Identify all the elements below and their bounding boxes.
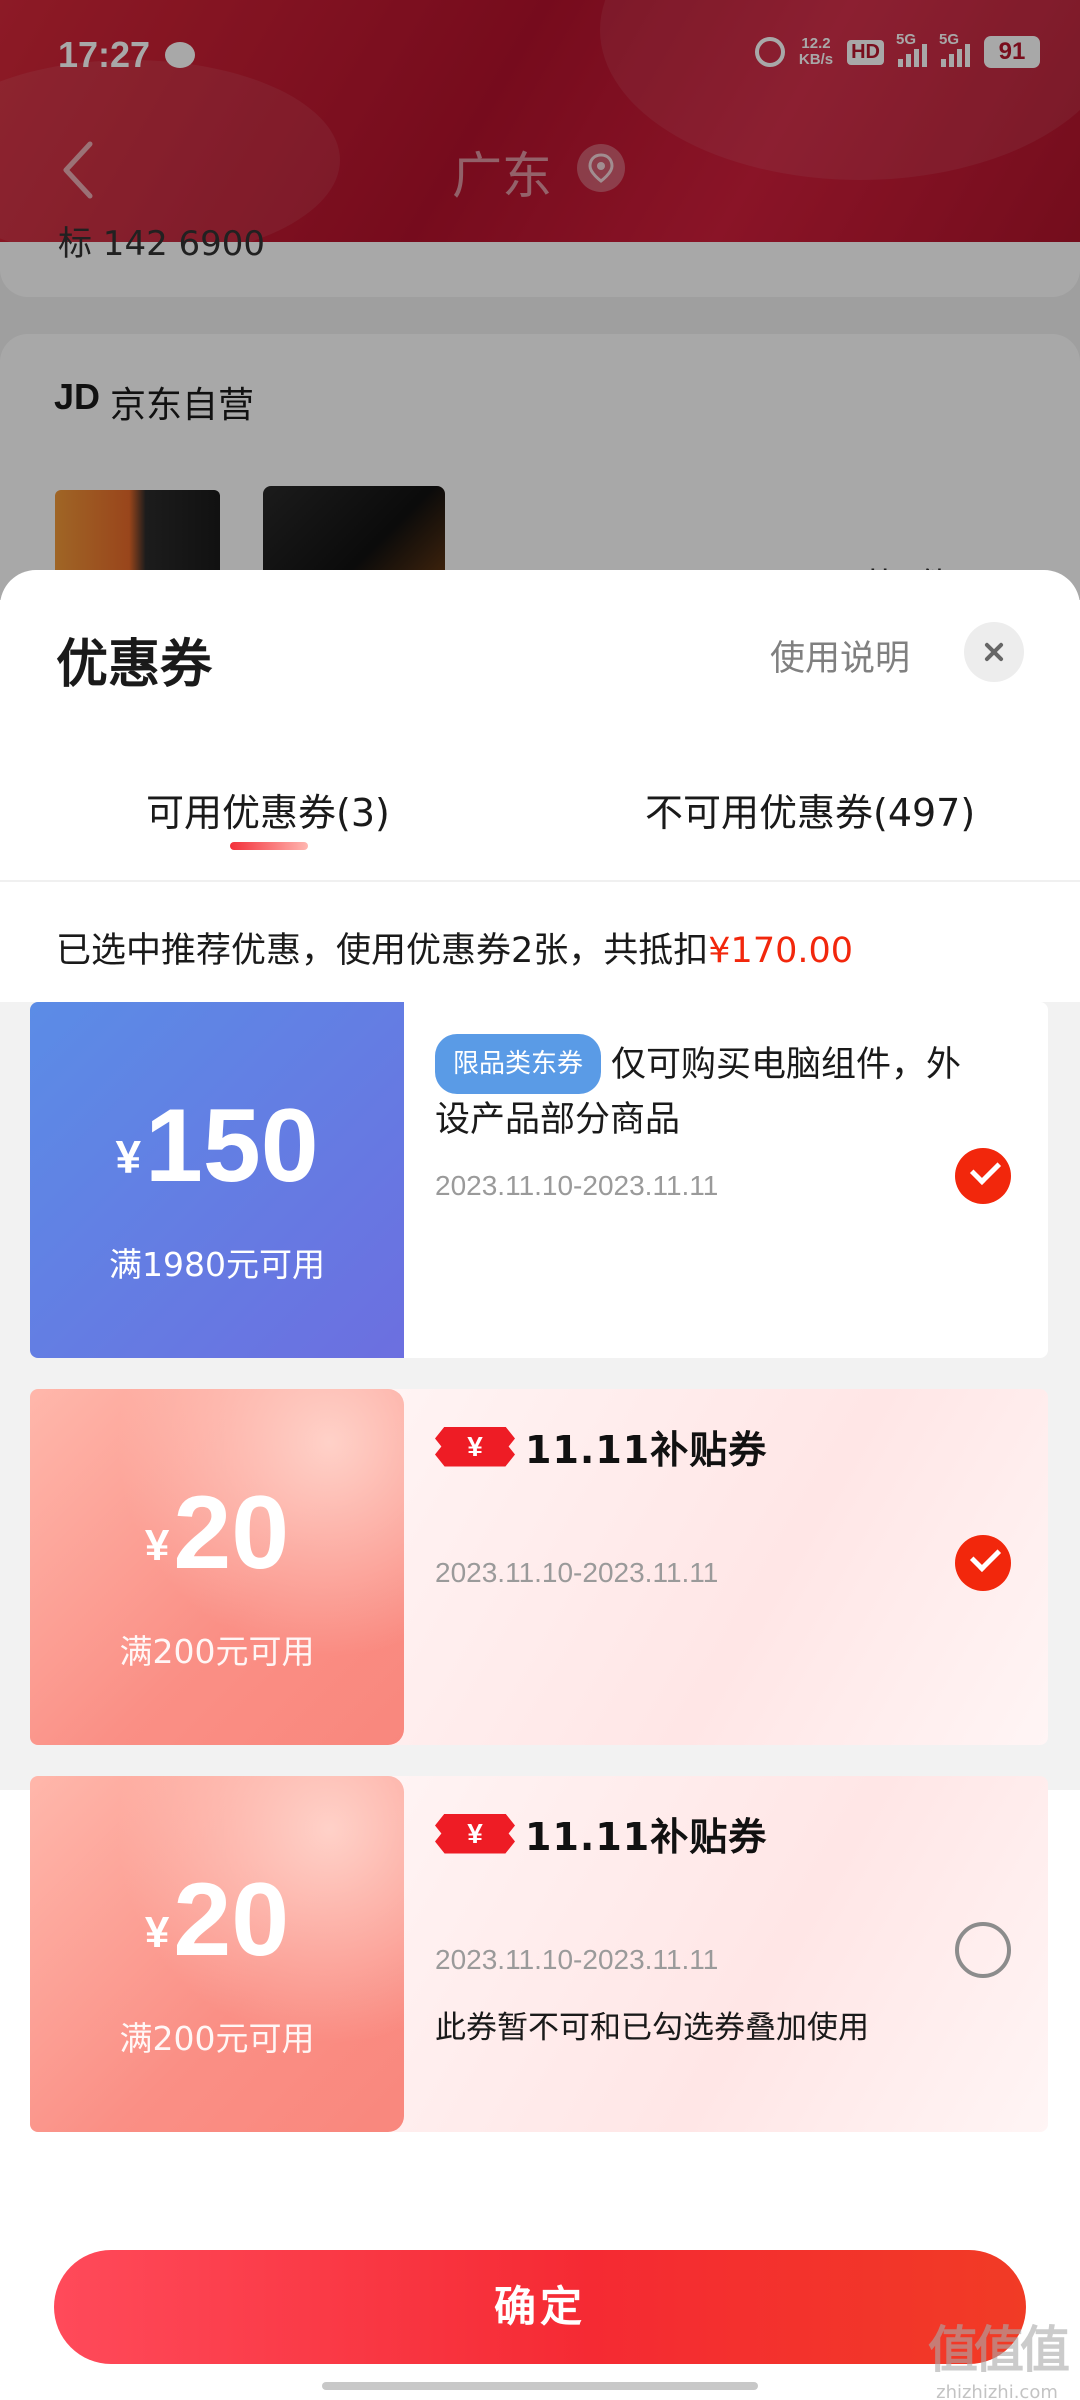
coupon-amount-value: 20 [173,1862,290,1978]
coupon-checkbox-checked[interactable] [955,1535,1011,1591]
coupon-list: ¥150 满1980元可用 限品类东券 仅可购买电脑组件，外设产品部分商品 202… [0,1002,1080,2132]
coupon-brand-name: 11.11补贴券 [525,1428,768,1472]
coupon-value-panel: ¥150 满1980元可用 [30,1002,404,1358]
coupon-checkbox-unchecked[interactable] [955,1922,1011,1978]
coupon-brand: ¥ 11.11补贴券 [435,1419,767,1474]
coupon-amount: ¥20 [30,1481,404,1585]
coupon-category-badge: 限品类东券 [435,1034,602,1094]
tab-available-coupons[interactable]: 可用优惠券(3) [146,782,390,837]
coupon-checkbox-checked[interactable] [955,1148,1011,1204]
watermark-url: zhizhizhi.com [936,2382,1058,2400]
summary-amount: ¥170.00 [708,931,854,971]
modal-overlay[interactable] [0,0,1080,600]
coupon-stacking-note: 此券暂不可和已勾选券叠加使用 [435,2010,869,2046]
subsidy-badge-icon: ¥ [435,1813,515,1854]
coupon-date-range: 2023.11.10-2023.11.11 [435,1557,719,1588]
currency-symbol: ¥ [144,1908,170,1957]
coupon-card[interactable]: ¥20 满200元可用 ¥ 11.11补贴券 2023.11.10-2023.1… [30,1389,1048,1745]
coupon-condition: 满1980元可用 [109,1245,325,1284]
selection-summary: 已选中推荐优惠，使用优惠券2张，共抵扣¥170.00 [56,922,853,973]
divider [0,880,1080,882]
confirm-button[interactable]: 确定 [54,2250,1026,2364]
coupon-card[interactable]: ¥20 满200元可用 ¥ 11.11补贴券 2023.11.10-2023.1… [30,1776,1048,2132]
close-icon[interactable] [964,622,1024,682]
coupon-description: 限品类东券 仅可购买电脑组件，外设产品部分商品 [435,1034,975,1146]
watermark-logo: 值值值 [928,2321,1070,2379]
coupon-condition: 满200元可用 [119,1632,315,1671]
coupon-condition: 满200元可用 [119,2019,315,2058]
coupon-value-panel: ¥20 满200元可用 [30,1389,404,1745]
summary-text: 已选中推荐优惠，使用优惠券2张，共抵扣 [56,931,709,971]
usage-instructions-link[interactable]: 使用说明 [770,630,910,681]
currency-symbol: ¥ [115,1131,142,1183]
coupon-brand: ¥ 11.11补贴券 [435,1806,767,1861]
coupon-amount-value: 150 [145,1088,319,1204]
background-page: 17:27 12.2 KB/s HD 5G 5G 91 广东 标 142 690… [0,0,1080,634]
watermark: 值值值 zhizhizhi.com [922,2310,1072,2400]
active-tab-indicator [230,842,308,850]
coupon-date-range: 2023.11.10-2023.11.11 [435,1944,719,1975]
coupon-amount: ¥20 [30,1868,404,1972]
coupon-card[interactable]: ¥150 满1980元可用 限品类东券 仅可购买电脑组件，外设产品部分商品 202… [30,1002,1048,1358]
sheet-title: 优惠券 [56,635,213,695]
currency-symbol: ¥ [144,1521,170,1570]
coupon-amount-value: 20 [173,1475,290,1591]
coupon-date-range: 2023.11.10-2023.11.11 [435,1170,719,1201]
coupon-sheet: 优惠券 使用说明 可用优惠券(3) 不可用优惠券(497) 已选中推荐优惠，使用… [0,570,1080,2400]
coupon-value-panel: ¥20 满200元可用 [30,1776,404,2132]
coupon-amount: ¥150 [30,1094,404,1198]
subsidy-badge-icon: ¥ [435,1426,515,1467]
coupon-brand-name: 11.11补贴券 [525,1815,768,1859]
home-indicator[interactable] [322,2382,758,2390]
tab-unavailable-coupons[interactable]: 不可用优惠券(497) [645,782,975,837]
